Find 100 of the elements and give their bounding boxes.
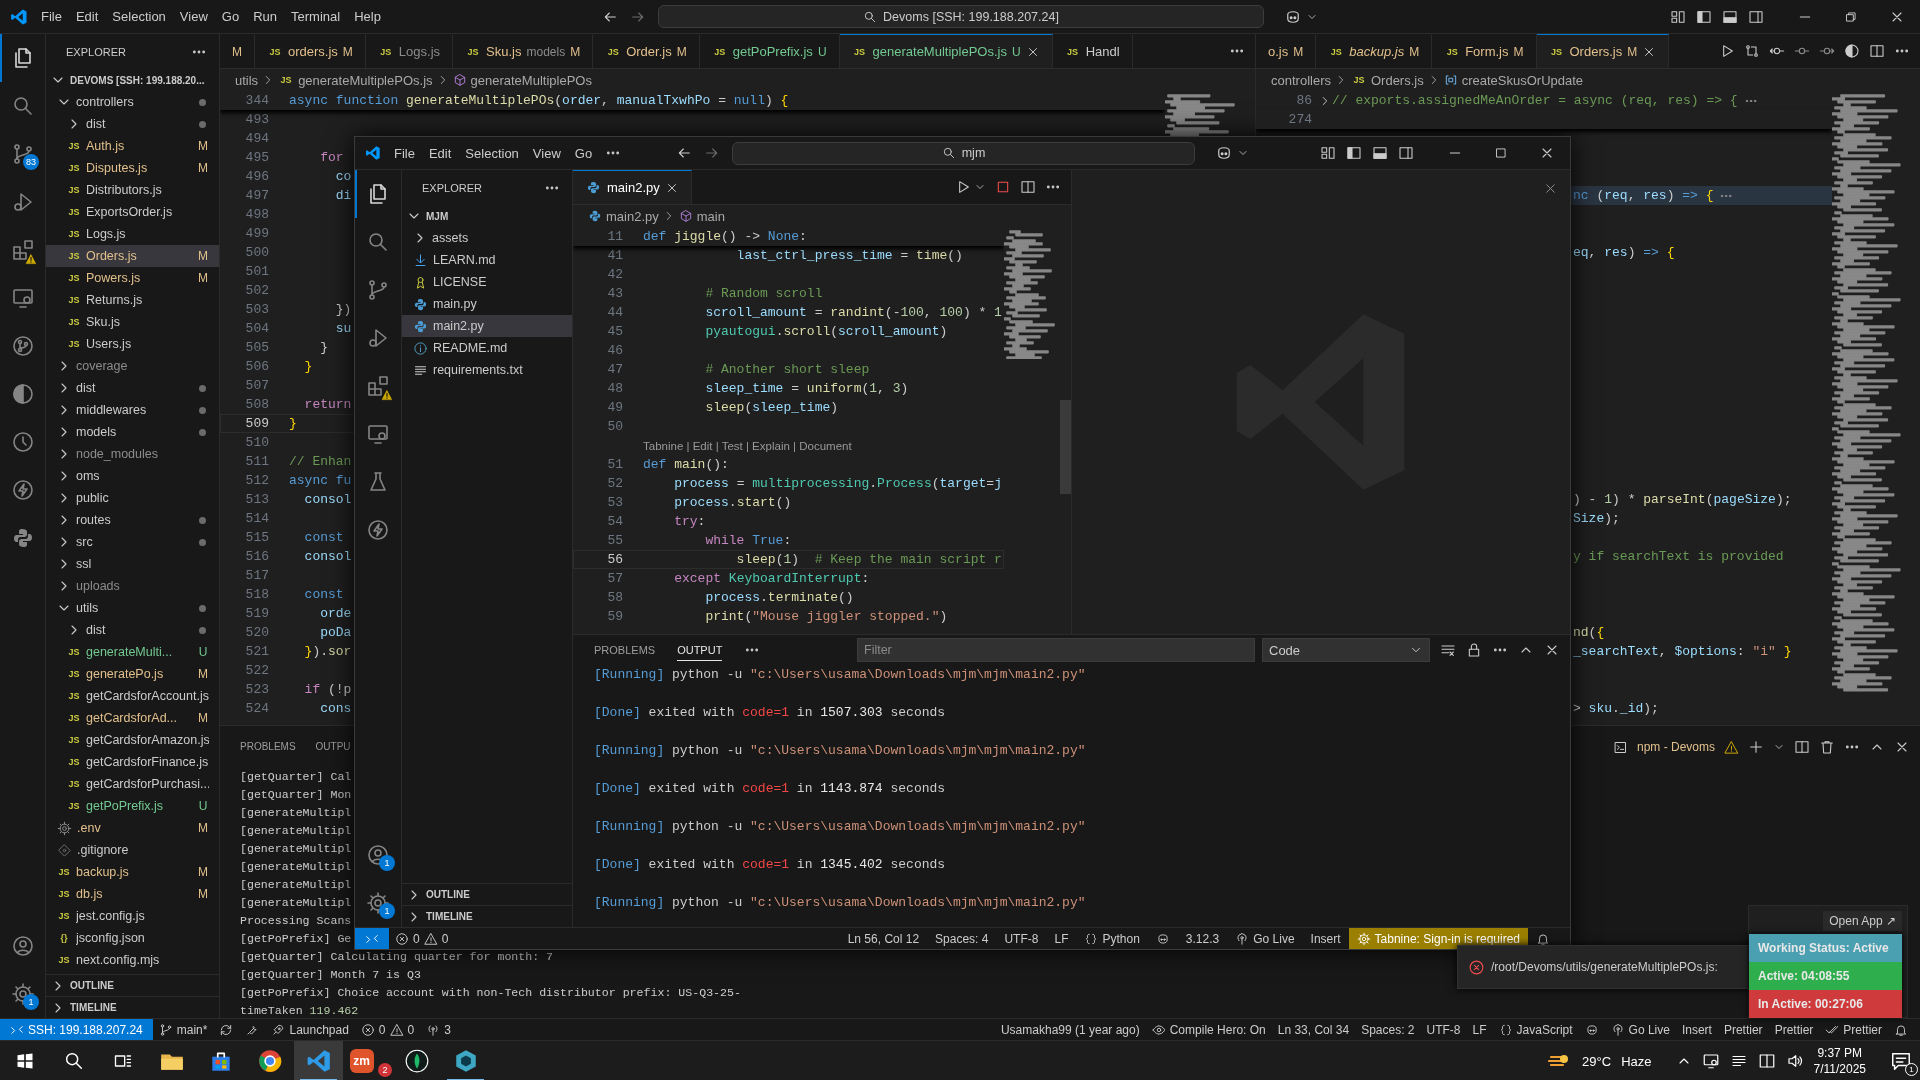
status-item[interactable]: Spaces: 4 xyxy=(927,928,997,949)
tree-item[interactable]: JS Returns.js xyxy=(46,289,219,311)
menu-item[interactable]: Edit xyxy=(68,9,106,24)
status-item[interactable]: JavaScript xyxy=(1492,1019,1579,1040)
tree-item[interactable]: models xyxy=(46,421,219,443)
status-item[interactable]: UTF-8 xyxy=(1420,1019,1467,1040)
editor-tab[interactable]: JS generateMultiplePOs.js U xyxy=(839,34,1053,68)
status-item[interactable]: SSH: 199.188.207.24 xyxy=(0,1019,153,1040)
menu-item[interactable]: Selection xyxy=(105,9,173,24)
menu-item[interactable]: Edit xyxy=(421,145,459,161)
tree-item[interactable]: JS Auth.js M xyxy=(46,135,219,157)
tree-item[interactable]: JS getCardsforAccount.js xyxy=(46,685,219,707)
section-header[interactable]: OUTLINE xyxy=(402,883,572,905)
tree-item[interactable]: JS next.config.mjs xyxy=(46,949,219,971)
tree-item[interactable]: utils xyxy=(46,597,219,619)
folder-header[interactable]: MJM xyxy=(402,205,572,227)
weather-condition[interactable]: Haze xyxy=(1621,1053,1652,1069)
tree-item[interactable]: JS getPoPrefix.js U xyxy=(46,795,219,817)
output-channel-dropdown[interactable]: Code xyxy=(1262,638,1430,662)
menu-item[interactable]: Go xyxy=(214,9,247,24)
breadcrumb-item[interactable]: main2.py xyxy=(588,208,659,224)
tree-item[interactable]: JS getCardsforPurchasi... xyxy=(46,773,219,795)
tree-item[interactable]: JS Powers.js M xyxy=(46,267,219,289)
open-app-button[interactable]: Open App ↗ xyxy=(1823,911,1902,931)
tree-item[interactable]: JS Users.js xyxy=(46,333,219,355)
tree-item[interactable]: JS jest.config.js xyxy=(46,905,219,927)
tree-item[interactable]: JS Distributors.js xyxy=(46,179,219,201)
breadcrumb-item[interactable]: JS generateMultiplePOs.js xyxy=(278,72,433,88)
tree-item[interactable]: requirements.txt xyxy=(402,359,572,381)
tree-item[interactable]: JS ExportsOrder.js xyxy=(46,201,219,223)
status-item[interactable]: Prettier xyxy=(1717,1019,1769,1040)
panel-tab[interactable]: PROBLEMS xyxy=(594,639,656,661)
status-item[interactable]: LF xyxy=(1466,1019,1493,1040)
menu-item[interactable]: Run xyxy=(246,9,284,24)
tree-item[interactable]: JS generateMulti... U xyxy=(46,641,219,663)
tree-item[interactable]: controllers xyxy=(46,91,219,113)
status-item[interactable]: 0 0 xyxy=(354,1019,421,1040)
tree-item[interactable]: public xyxy=(46,487,219,509)
panel-tab[interactable]: OUTPU xyxy=(315,737,351,757)
breadcrumb-item[interactable]: generateMultiplePOs xyxy=(452,72,592,88)
status-item[interactable]: Prettier xyxy=(1819,1019,1888,1040)
tree-item[interactable]: main2.py xyxy=(402,315,572,337)
tree-item[interactable]: dist xyxy=(46,619,219,641)
tree-item[interactable]: coverage xyxy=(46,355,219,377)
status-item[interactable]: 0 0 xyxy=(389,928,455,949)
app-icon[interactable]: zm xyxy=(349,1049,374,1073)
menu-item[interactable]: View xyxy=(172,9,215,24)
editor-tab[interactable]: main2.py xyxy=(573,170,692,204)
tree-item[interactable]: JS Sku.js xyxy=(46,311,219,333)
tree-item[interactable]: JS backup.js M xyxy=(46,861,219,883)
clock-time[interactable]: 9:37 PM xyxy=(1817,1045,1863,1061)
tree-item[interactable]: main.py xyxy=(402,293,572,315)
tree-item[interactable]: .env M xyxy=(46,817,219,839)
panel-tab[interactable]: OUTPUT xyxy=(677,639,723,661)
tree-item[interactable]: README.md xyxy=(402,337,572,359)
status-item[interactable]: Ln 33, Col 34 xyxy=(1271,1019,1356,1040)
tree-item[interactable]: LICENSE xyxy=(402,271,572,293)
tree-item[interactable]: middlewares xyxy=(46,399,219,421)
status-item[interactable]: Launchpad xyxy=(265,1019,355,1040)
tree-item[interactable]: JS getCardsforAd... M xyxy=(46,707,219,729)
status-item[interactable]: Usamakha99 (1 year ago) xyxy=(994,1019,1146,1040)
menu-item[interactable]: View xyxy=(525,145,568,161)
tree-item[interactable]: JS Orders.js M xyxy=(46,245,219,267)
tree-item[interactable]: JS getCardsforAmazon.js xyxy=(46,729,219,751)
breadcrumb-item[interactable]: main xyxy=(678,208,725,224)
status-item[interactable]: Prettier xyxy=(1768,1019,1820,1040)
tree-item[interactable]: routes xyxy=(46,509,219,531)
editor-tab[interactable]: JS Orders.js M xyxy=(1536,34,1670,68)
status-item[interactable]: 3 xyxy=(420,1019,457,1040)
code-lens[interactable]: Tabnine | Edit | Test | Explain | Document xyxy=(643,439,852,452)
panel-tab[interactable]: PROBLEMS xyxy=(240,737,296,757)
tree-item[interactable]: JS generatePo.js M xyxy=(46,663,219,685)
clock-date[interactable]: 7/11/2025 xyxy=(1813,1061,1866,1077)
status-item[interactable]: main* xyxy=(152,1019,214,1040)
status-item[interactable]: 3.12.3 xyxy=(1177,928,1228,949)
status-item[interactable]: UTF-8 xyxy=(996,928,1047,949)
tree-item[interactable]: JS db.js M xyxy=(46,883,219,905)
status-item[interactable]: Tabnine: Sign-in is required xyxy=(1348,928,1528,949)
menu-item[interactable]: Terminal xyxy=(284,9,348,24)
tree-item[interactable]: JS getCardsforFinance.js xyxy=(46,751,219,773)
command-center[interactable]: Devoms [SSH: 199.188.207.24] xyxy=(658,5,1264,28)
status-item[interactable]: Python xyxy=(1076,928,1148,949)
breadcrumb-item[interactable]: controllers xyxy=(1271,72,1331,88)
tree-item[interactable]: .gitignore xyxy=(46,839,219,861)
tree-item[interactable]: uploads xyxy=(46,575,219,597)
status-item[interactable]: Ln 56, Col 12 xyxy=(839,928,928,949)
tree-item[interactable]: oms xyxy=(46,465,219,487)
status-item[interactable]: Go Live xyxy=(1604,1019,1676,1040)
menu-item[interactable]: File xyxy=(34,9,69,24)
tree-item[interactable]: node_modules xyxy=(46,443,219,465)
tree-item[interactable]: ssl xyxy=(46,553,219,575)
status-item[interactable]: Go Live xyxy=(1227,928,1303,949)
tree-item[interactable]: src xyxy=(46,531,219,553)
folder-header[interactable]: DEVOMS [SSH: 199.188.20... xyxy=(46,69,219,91)
filter-field[interactable]: Filter xyxy=(857,638,1255,662)
tree-item[interactable]: JS Disputes.js M xyxy=(46,157,219,179)
status-item[interactable]: Insert xyxy=(1302,928,1349,949)
status-item[interactable]: LF xyxy=(1046,928,1077,949)
tree-item[interactable]: dist xyxy=(46,113,219,135)
menu-item[interactable]: Help xyxy=(347,9,388,24)
